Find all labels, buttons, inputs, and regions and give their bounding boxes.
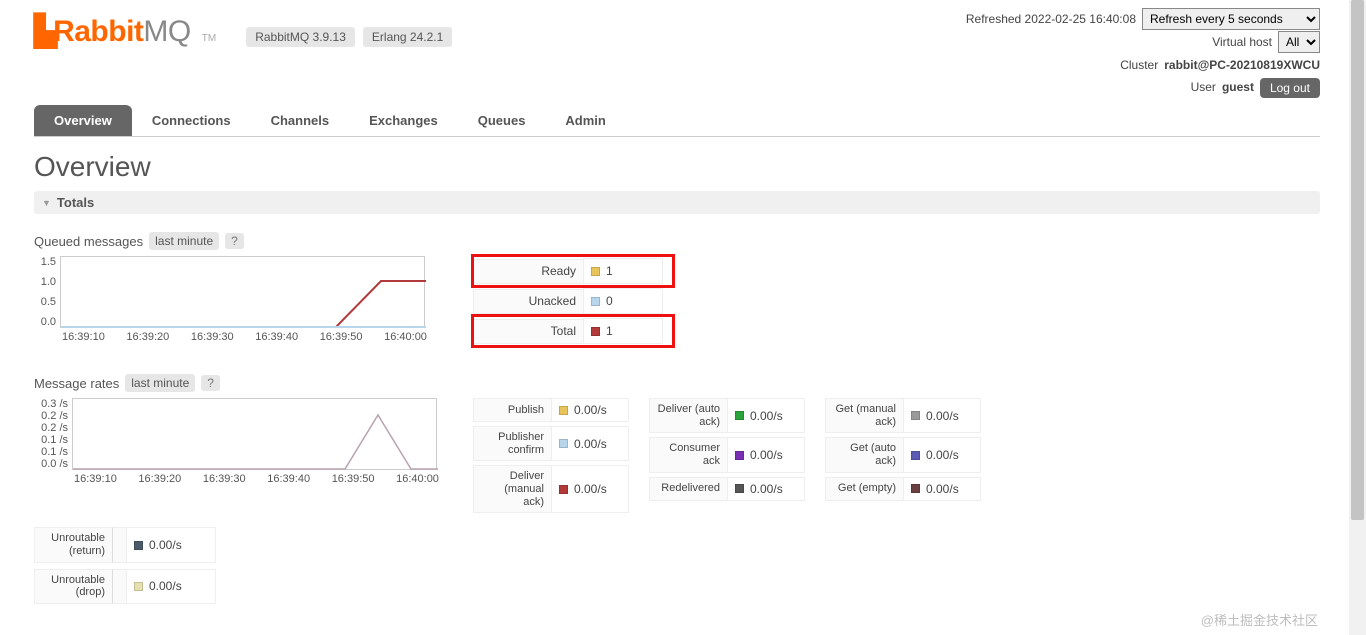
- rabbitmq-version-pill: RabbitMQ 3.9.13: [246, 27, 355, 47]
- rate-legend-item[interactable]: Get (auto ack)0.00/s: [825, 437, 981, 472]
- swatch-icon: [134, 582, 143, 591]
- swatch-icon: [735, 484, 744, 493]
- logo[interactable]: ▙ RabbitMQ: [34, 14, 191, 49]
- swatch-icon: [559, 439, 568, 448]
- swatch-icon: [735, 451, 744, 460]
- logo-tm: TM: [199, 33, 216, 44]
- rates-xaxis: 16:39:10 16:39:20 16:39:30 16:39:40 16:3…: [74, 473, 439, 485]
- queued-legend-total[interactable]: Total 1: [473, 316, 673, 346]
- rate-legend-value: 0.00/s: [551, 465, 629, 513]
- rate-legend-label: Redelivered: [649, 477, 727, 501]
- rate-legend-label: Consumer ack: [649, 437, 727, 472]
- user-value: guest: [1222, 76, 1254, 99]
- scrollbar-vertical[interactable]: [1349, 0, 1366, 635]
- rate-legend-label: Get (empty): [825, 477, 903, 501]
- rates-period[interactable]: last minute: [125, 374, 195, 392]
- logout-button[interactable]: Log out: [1260, 78, 1320, 98]
- vhost-label: Virtual host: [1212, 31, 1272, 54]
- rate-legend-item[interactable]: Publish0.00/s: [473, 398, 629, 422]
- swatch-icon: [735, 411, 744, 420]
- unroutable-value: 0.00/s: [126, 569, 216, 604]
- swatch-icon: [559, 406, 568, 415]
- user-label: User: [1191, 76, 1216, 99]
- queued-yaxis: 1.5 1.0 0.5 0.0: [34, 256, 60, 328]
- rabbit-icon: ▙: [34, 14, 53, 49]
- unroutable-row[interactable]: Unroutable (drop) 0.00/s: [34, 569, 1366, 604]
- logo-area: ▙ RabbitMQ TM RabbitMQ 3.9.13 Erlang 24.…: [34, 8, 452, 49]
- swatch-icon: [559, 485, 568, 494]
- rate-legend-value: 0.00/s: [903, 437, 981, 472]
- queued-xaxis: 16:39:10 16:39:20 16:39:30 16:39:40 16:3…: [62, 331, 427, 343]
- rate-legend-label: Deliver (auto ack): [649, 398, 727, 433]
- rate-legend-value: 0.00/s: [903, 477, 981, 501]
- queued-legend-unacked[interactable]: Unacked 0: [473, 286, 673, 316]
- rate-legend-value: 0.00/s: [727, 398, 805, 433]
- cluster-label: Cluster: [1120, 54, 1158, 77]
- refreshed-label: Refreshed 2022-02-25 16:40:08: [966, 8, 1136, 31]
- swatch-icon: [911, 484, 920, 493]
- rate-legend-label: Publish: [473, 398, 551, 422]
- tab-queues[interactable]: Queues: [458, 105, 546, 136]
- rates-chart[interactable]: [72, 398, 437, 470]
- swatch-icon: [134, 541, 143, 550]
- logo-text-mq: MQ: [143, 15, 190, 49]
- tab-connections[interactable]: Connections: [132, 105, 251, 136]
- rate-legend-item[interactable]: Get (manual ack)0.00/s: [825, 398, 981, 433]
- rate-legend-item[interactable]: Redelivered0.00/s: [649, 477, 805, 501]
- rate-legend-value: 0.00/s: [903, 398, 981, 433]
- tab-exchanges[interactable]: Exchanges: [349, 105, 458, 136]
- rate-legend-item[interactable]: Publisher confirm0.00/s: [473, 426, 629, 461]
- queued-legend-ready[interactable]: Ready 1: [473, 256, 673, 286]
- vhost-select[interactable]: All: [1278, 31, 1320, 53]
- tab-channels[interactable]: Channels: [251, 105, 350, 136]
- scrollbar-thumb[interactable]: [1351, 0, 1364, 520]
- status-block: Refreshed 2022-02-25 16:40:08 Refresh ev…: [966, 8, 1320, 99]
- rate-legend-label: Get (auto ack): [825, 437, 903, 472]
- divider: [112, 569, 126, 604]
- rate-legend-label: Deliver (manual ack): [473, 465, 551, 513]
- refresh-interval-select[interactable]: Refresh every 5 seconds: [1142, 8, 1320, 30]
- rate-legend-value: 0.00/s: [727, 477, 805, 501]
- rate-legend-label: Publisher confirm: [473, 426, 551, 461]
- main-nav: Overview Connections Channels Exchanges …: [34, 105, 1320, 137]
- tab-overview[interactable]: Overview: [34, 105, 132, 136]
- queued-period[interactable]: last minute: [149, 232, 219, 250]
- chevron-down-icon: ▼: [42, 198, 51, 208]
- section-totals-label: Totals: [57, 195, 94, 210]
- unroutable-value: 0.00/s: [126, 527, 216, 562]
- logo-text-rabbit: Rabbit: [53, 15, 143, 49]
- swatch-icon: [591, 297, 600, 306]
- unroutable-row[interactable]: Unroutable (return) 0.00/s: [34, 527, 1366, 562]
- page-title: Overview: [34, 151, 1366, 183]
- rates-yaxis: 0.3 /s 0.2 /s 0.2 /s 0.1 /s 0.1 /s 0.0 /…: [34, 398, 72, 470]
- rate-legend-item[interactable]: Deliver (auto ack)0.00/s: [649, 398, 805, 433]
- rate-legend-value: 0.00/s: [727, 437, 805, 472]
- rate-legend-value: 0.00/s: [551, 426, 629, 461]
- unroutable-label: Unroutable (drop): [34, 569, 112, 604]
- rates-heading: Message rates: [34, 376, 119, 391]
- tab-admin[interactable]: Admin: [545, 105, 625, 136]
- queued-heading: Queued messages: [34, 234, 143, 249]
- cluster-value: rabbit@PC-20210819XWCU: [1164, 54, 1320, 77]
- swatch-icon: [591, 327, 600, 336]
- swatch-icon: [591, 267, 600, 276]
- rates-help[interactable]: ?: [201, 375, 220, 391]
- queued-help[interactable]: ?: [225, 233, 244, 249]
- watermark: @稀土掘金技术社区: [1201, 610, 1318, 629]
- rate-legend-item[interactable]: Consumer ack0.00/s: [649, 437, 805, 472]
- section-totals[interactable]: ▼ Totals: [34, 191, 1320, 214]
- rate-legend-item[interactable]: Get (empty)0.00/s: [825, 477, 981, 501]
- queued-chart[interactable]: [60, 256, 425, 328]
- rate-legend-item[interactable]: Deliver (manual ack)0.00/s: [473, 465, 629, 513]
- erlang-version-pill: Erlang 24.2.1: [363, 27, 452, 47]
- swatch-icon: [911, 411, 920, 420]
- rate-legend-value: 0.00/s: [551, 398, 629, 422]
- unroutable-label: Unroutable (return): [34, 527, 112, 562]
- swatch-icon: [911, 451, 920, 460]
- rate-legend-label: Get (manual ack): [825, 398, 903, 433]
- divider: [112, 527, 126, 562]
